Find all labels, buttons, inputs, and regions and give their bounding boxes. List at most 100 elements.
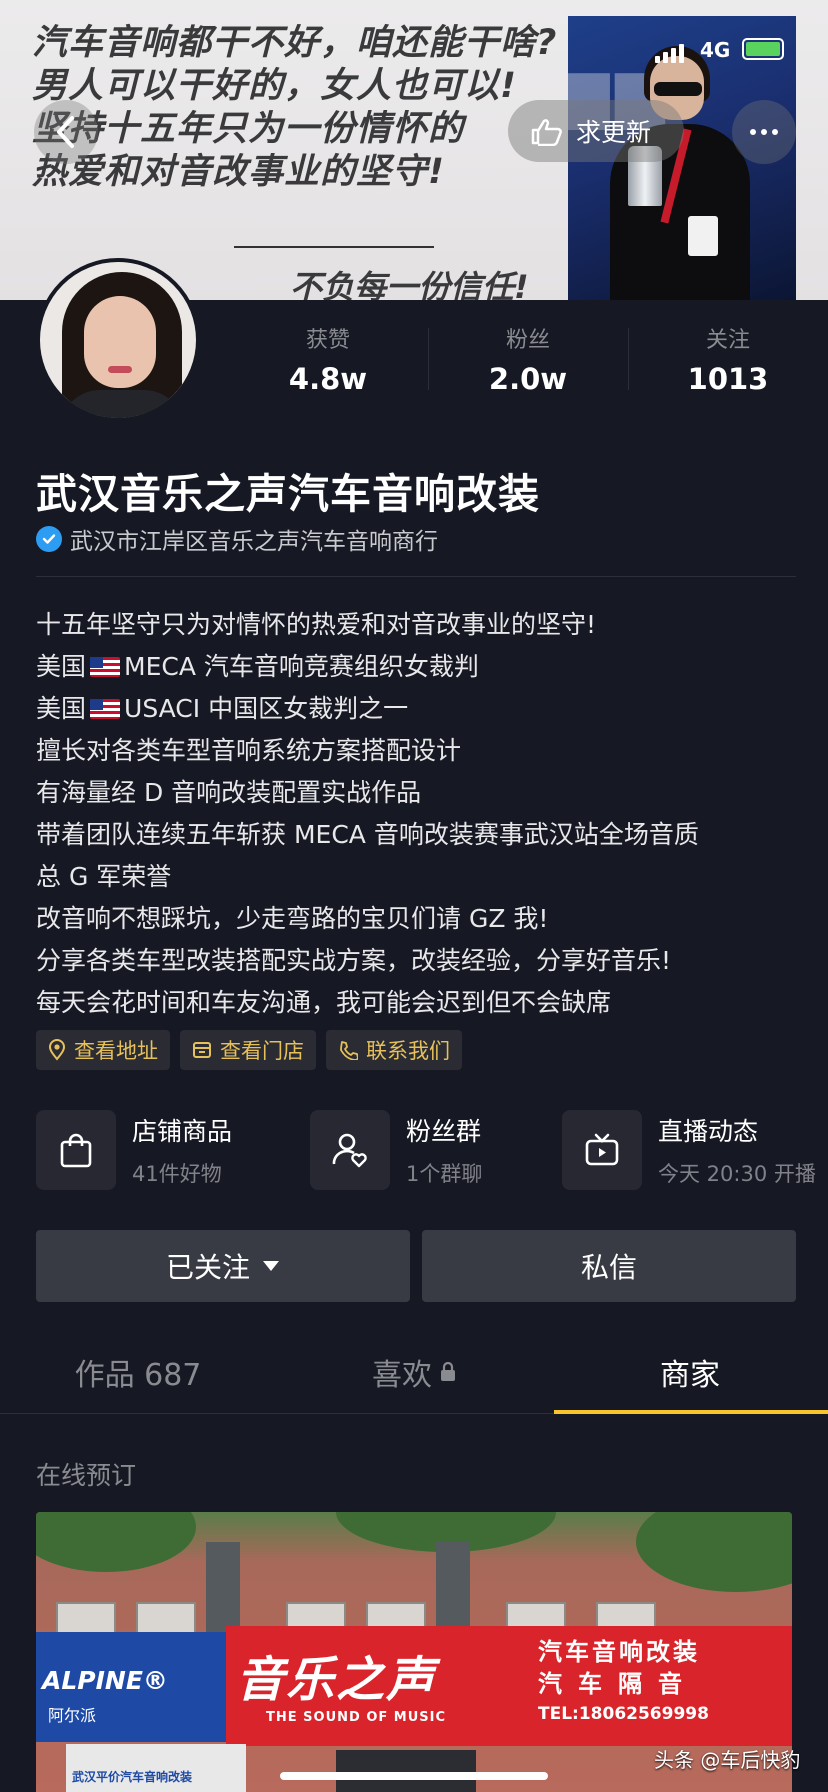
watermark: 头条 @车后快豹: [654, 1748, 801, 1772]
section-title: 在线预订: [36, 1461, 137, 1490]
bio-line: 十五年坚守只为对情怀的热爱和对音改事业的坚守!: [36, 610, 597, 639]
shop-door: [336, 1750, 476, 1792]
entry-title: 直播动态: [658, 1117, 759, 1146]
stat-value: 1013: [687, 362, 769, 396]
home-indicator[interactable]: [280, 1772, 548, 1780]
lock-icon: [441, 1362, 455, 1381]
signal-icon: [655, 44, 684, 63]
shop-signboard: 音乐之声 THE SOUND OF MUSIC 汽车音响改装 汽车隔音 TEL:…: [226, 1626, 792, 1746]
bio-line: 每天会花时间和车友沟通，我可能会迟到但不会缺席: [36, 988, 612, 1017]
entry-title: 店铺商品: [132, 1117, 233, 1146]
tab-likes[interactable]: 喜欢: [276, 1330, 552, 1414]
battery-icon: [742, 38, 784, 60]
shop-products-entry[interactable]: 店铺商品 41件好物: [36, 1110, 232, 1190]
photo-person-glasses: [654, 82, 702, 96]
bio-text: 美国: [36, 694, 87, 723]
tab-works[interactable]: 作品 687: [0, 1330, 276, 1414]
tv-play-icon: [562, 1110, 642, 1190]
following-button[interactable]: 已关注: [36, 1230, 410, 1302]
back-button[interactable]: [34, 100, 98, 164]
chevron-left-icon: [57, 116, 74, 148]
tree-foliage: [36, 1512, 196, 1572]
bio-text: MECA 汽车音响竞赛组织女裁判: [124, 652, 479, 681]
board-text: 武汉平价汽车音响改装: [72, 1770, 193, 1784]
network-label: 4G: [700, 38, 731, 62]
verified-text: 武汉市江岸区音乐之声汽车音响商行: [70, 529, 438, 555]
verified-check-icon: [36, 526, 62, 552]
shop-small-board: 武汉平价汽车音响改装: [66, 1744, 246, 1792]
tab-label: 商家: [660, 1358, 720, 1393]
caret-down-icon: [263, 1261, 279, 1271]
banner-line: 热爱和对音改事业的坚守!: [32, 152, 445, 192]
banner-text: 汽车音响都干不好，咱还能干啥? 男人可以干好的，女人也可以! 坚持十五年只为一份…: [32, 22, 557, 194]
banner-line: 男人可以干好的，女人也可以!: [32, 66, 517, 106]
tab-merchant[interactable]: 商家: [552, 1330, 828, 1414]
us-flag-icon: [90, 699, 121, 719]
tab-active-indicator: [554, 1410, 828, 1414]
photo-person-badge: [688, 216, 718, 256]
entry-subtitle: 41件好物: [132, 1162, 222, 1186]
profile-name: 武汉音乐之声汽车音响改装: [36, 470, 540, 518]
fan-group-entry[interactable]: 粉丝群 1个群聊: [310, 1110, 482, 1190]
sign-service-line: 汽车隔音: [538, 1670, 698, 1698]
following-label: 已关注: [165, 1251, 250, 1284]
bio-line: 总 G 军荣誉: [36, 862, 172, 891]
stat-label: 获赞: [305, 328, 350, 353]
view-address-chip[interactable]: 查看地址: [36, 1030, 170, 1070]
message-label: 私信: [580, 1251, 637, 1284]
chip-label: 联系我们: [366, 1039, 450, 1063]
shopping-bag-icon: [36, 1110, 116, 1190]
profile-banner[interactable]: 汽车音响都干不好，咱还能干啥? 男人可以干好的，女人也可以! 坚持十五年只为一份…: [0, 0, 828, 300]
stat-label: 关注: [705, 328, 750, 353]
bio-line: 带着团队连续五年斩获 MECA 音响改装赛事武汉站全场音质: [36, 820, 699, 849]
banner-line: 汽车音响都干不好，咱还能干啥?: [32, 23, 558, 63]
store-icon: [193, 1042, 211, 1058]
bio-line: 分享各类车型改装搭配实战方案，改装经验，分享好音乐!: [36, 946, 672, 975]
verified-business[interactable]: 武汉市江岸区音乐之声汽车音响商行: [36, 522, 438, 556]
shop-logo-text: 音乐之声: [236, 1652, 437, 1708]
bio-line: 擅长对各类车型音响系统方案搭配设计: [36, 736, 462, 765]
view-store-chip[interactable]: 查看门店: [180, 1030, 316, 1070]
stat-following[interactable]: 关注 1013: [628, 322, 828, 406]
chip-label: 查看门店: [220, 1039, 304, 1063]
tree-foliage: [636, 1512, 792, 1592]
sign-service-line: 汽车音响改装: [538, 1638, 700, 1666]
stat-value: 2.0w: [488, 362, 568, 396]
tab-label: 作品 687: [74, 1358, 202, 1393]
live-schedule-entry[interactable]: 直播动态 今天 20:30 开播: [562, 1110, 816, 1190]
bio-line: 美国 USACI 中国区女裁判之一: [36, 688, 796, 730]
stat-likes[interactable]: 获赞 4.8w: [228, 322, 428, 406]
us-flag-icon: [90, 657, 121, 677]
profile-links: 查看地址 查看门店 联系我们: [36, 1030, 462, 1070]
entry-title: 粉丝群: [406, 1117, 482, 1146]
entry-subtitle: 今天 20:30 开播: [658, 1162, 816, 1186]
more-options-button[interactable]: [732, 100, 796, 164]
alpine-cn-text: 阿尔派: [48, 1706, 97, 1725]
banner-tail-text: 不负每一份信任!: [290, 268, 529, 300]
bio-line: 美国 MECA 汽车音响竞赛组织女裁判: [36, 646, 796, 688]
request-update-button[interactable]: 求更新: [508, 100, 684, 162]
message-button[interactable]: 私信: [422, 1230, 796, 1302]
stat-value: 4.8w: [288, 362, 368, 396]
hand-point-icon: [531, 119, 562, 146]
phone-icon: [340, 1041, 358, 1060]
alpine-sign: ALPINE® 阿尔派: [36, 1632, 226, 1742]
bio-line: 改音响不想踩坑，少走弯路的宝贝们请 GZ 我!: [36, 904, 549, 933]
shop-logo-subtitle: THE SOUND OF MUSIC: [266, 1710, 447, 1725]
bio-text: USACI 中国区女裁判之一: [124, 694, 409, 723]
feature-entries: 店铺商品 41件好物 粉丝群 1个群聊 直播动态 今天 20:30 开播: [36, 1110, 828, 1190]
profile-bio: 十五年坚守只为对情怀的热爱和对音改事业的坚守! 美国 MECA 汽车音响竞赛组织女…: [36, 604, 796, 1024]
contact-us-chip[interactable]: 联系我们: [326, 1030, 462, 1070]
banner-line: 坚持十五年只为一份情怀的: [32, 109, 465, 149]
tab-label: 喜欢: [372, 1358, 432, 1393]
avatar[interactable]: [36, 258, 200, 422]
bio-line: 有海量经 D 音响改装配置实战作品: [36, 778, 422, 807]
bio-text: 美国: [36, 652, 87, 681]
chip-label: 查看地址: [74, 1039, 158, 1063]
entry-subtitle: 1个群聊: [406, 1162, 483, 1186]
group-heart-icon: [310, 1110, 390, 1190]
stat-label: 粉丝: [505, 328, 550, 353]
profile-tabs: 作品 687 喜欢 商家: [0, 1330, 828, 1414]
sign-phone: TEL:18062569998: [538, 1704, 709, 1724]
stat-followers[interactable]: 粉丝 2.0w: [428, 322, 628, 406]
